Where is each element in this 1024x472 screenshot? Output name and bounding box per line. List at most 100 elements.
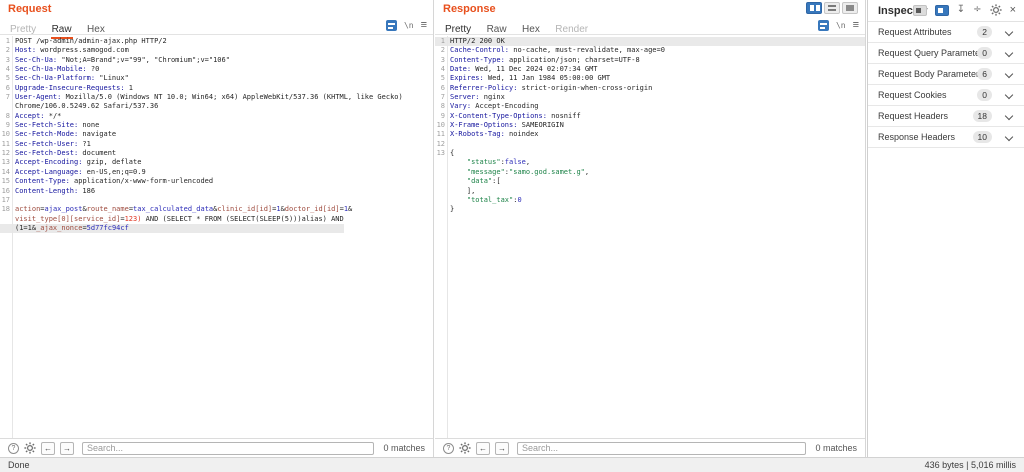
request-panel: Request Pretty Raw Hex \n ≡ 1POST /wp-ad… [0, 0, 434, 457]
line-number: 12 [0, 149, 10, 158]
code-row: 4Sec-Ch-Ua-Mobile: ?0 [0, 65, 433, 74]
response-search-help-icon[interactable]: ? [443, 443, 454, 454]
code-row: 13Accept-Encoding: gzip, deflate [0, 158, 433, 167]
line-number [0, 102, 10, 111]
layout-columns-button[interactable] [806, 2, 822, 14]
layout-rows-button[interactable] [824, 2, 840, 14]
inspector-dock-left-icon[interactable] [913, 5, 927, 16]
inspector-section-request-cookies[interactable]: Request Cookies 0 [868, 85, 1024, 106]
line-number: 8 [435, 102, 445, 111]
inspector-close-icon[interactable]: × [1010, 5, 1016, 16]
code-text: Content-Type: application/x-www-form-url… [10, 177, 213, 186]
line-number: 4 [435, 65, 445, 74]
response-editor[interactable]: 1HTTP/2 200 OK2Cache-Control: no-cache, … [435, 36, 865, 438]
burp-message-editor: Request Pretty Raw Hex \n ≡ 1POST /wp-ad… [0, 0, 1024, 472]
inspector-settings-icon[interactable] [990, 4, 1002, 16]
response-format-icon[interactable] [818, 20, 829, 31]
request-show-newlines-icon[interactable]: \n [404, 21, 414, 30]
code-row: 3Content-Type: application/json; charset… [435, 56, 865, 65]
inspector-section-request-headers[interactable]: Request Headers 18 [868, 106, 1024, 127]
response-panel: Response Pretty Raw Hex Render \n ≡ 1HTT… [435, 0, 866, 457]
code-text: Host: wordpress.samogod.com [10, 46, 129, 55]
request-search-input[interactable] [82, 442, 374, 455]
code-row: 3Sec-Ch-Ua: "Not;A=Brand";v="99", "Chrom… [0, 56, 433, 65]
inspector-dock-right-icon[interactable] [935, 5, 949, 16]
code-row: 6Referrer-Policy: strict-origin-when-cro… [435, 84, 865, 93]
request-search-help-icon[interactable]: ? [8, 443, 19, 454]
response-search-settings-icon[interactable] [459, 442, 471, 454]
chevron-down-icon[interactable] [1005, 133, 1013, 141]
code-row: 6Upgrade-Insecure-Requests: 1 [0, 84, 433, 93]
response-tab-raw[interactable]: Raw [486, 23, 508, 37]
inspector-section-request-query-parameters[interactable]: Request Query Parameters 0 [868, 43, 1024, 64]
code-text: Sec-Ch-Ua: "Not;A=Brand";v="99", "Chromi… [10, 56, 230, 65]
code-row: 12 [435, 140, 865, 149]
section-label: Request Headers [878, 111, 948, 121]
code-text: Accept: */* [10, 112, 61, 121]
code-text: { [445, 149, 454, 158]
layout-single-button[interactable] [842, 2, 858, 14]
chevron-down-icon[interactable] [1005, 49, 1013, 57]
inspector-section-request-attributes[interactable]: Request Attributes 2 [868, 22, 1024, 43]
code-text: X-Robots-Tag: noindex [445, 130, 539, 139]
request-format-icon[interactable] [386, 20, 397, 31]
inspector-section-response-headers[interactable]: Response Headers 10 [868, 127, 1024, 148]
code-text: visit_type[0][service_id]=123) AND (SELE… [10, 215, 344, 224]
code-text: Sec-Ch-Ua-Platform: "Linux" [10, 74, 129, 83]
response-search-prev-button[interactable]: ← [476, 442, 490, 455]
code-text: Accept-Encoding: gzip, deflate [10, 158, 141, 167]
line-number [435, 196, 445, 205]
request-search-prev-button[interactable]: ← [41, 442, 55, 455]
count-badge: 2 [977, 26, 992, 38]
request-search-next-button[interactable]: → [60, 442, 74, 455]
inspector-header: Inspector ↧ ÷ × [868, 0, 1024, 22]
response-menu-icon[interactable]: ≡ [853, 20, 859, 31]
line-number [435, 177, 445, 186]
response-tab-hex[interactable]: Hex [521, 23, 541, 37]
code-row: 2Host: wordpress.samogod.com [0, 46, 433, 55]
inspector-expand-all-icon[interactable]: ↧ [957, 5, 965, 15]
request-tab-pretty: Pretty [9, 23, 37, 37]
code-row: "data":[ [435, 177, 865, 186]
request-tabs: Pretty Raw Hex \n ≡ [0, 19, 433, 35]
response-search-next-button[interactable]: → [495, 442, 509, 455]
chevron-down-icon[interactable] [1005, 28, 1013, 36]
code-row: "message":"samo.god.samet.g", [435, 168, 865, 177]
request-search-settings-icon[interactable] [24, 442, 36, 454]
inspector-collapse-all-icon[interactable]: ÷ [973, 5, 981, 15]
chevron-down-icon[interactable] [1005, 70, 1013, 78]
code-row: 8Vary: Accept-Encoding [435, 102, 865, 111]
code-row: "total_tax":0 [435, 196, 865, 205]
code-text: Content-Length: 186 [10, 187, 95, 196]
line-number: 1 [0, 37, 10, 46]
code-row: ], [435, 187, 865, 196]
code-text: "status":false, [445, 158, 530, 167]
code-text: X-Content-Type-Options: nosniff [445, 112, 581, 121]
code-row: 10Sec-Fetch-Mode: navigate [0, 130, 433, 139]
line-number: 2 [0, 46, 10, 55]
code-row: 5Expires: Wed, 11 Jan 1984 05:00:00 GMT [435, 74, 865, 83]
code-text: Upgrade-Insecure-Requests: 1 [10, 84, 133, 93]
code-text: action=ajax_post&route_name=tax_calculat… [10, 205, 352, 214]
request-panel-title: Request [8, 3, 51, 15]
chevron-down-icon[interactable] [1005, 112, 1013, 120]
line-number: 9 [0, 121, 10, 130]
request-tab-hex[interactable]: Hex [86, 23, 106, 37]
code-row: 7Server: nginx [435, 93, 865, 102]
chevron-down-icon[interactable] [1005, 91, 1013, 99]
code-text: Date: Wed, 11 Dec 2024 02:07:34 GMT [445, 65, 598, 74]
code-text: Cache-Control: no-cache, must-revalidate… [445, 46, 665, 55]
line-number: 12 [435, 140, 445, 149]
inspector-section-request-body-parameters[interactable]: Request Body Parameters 6 [868, 64, 1024, 85]
code-text: ], [445, 187, 475, 196]
code-text: "data":[ [445, 177, 501, 186]
code-row: 1HTTP/2 200 OK [435, 37, 865, 46]
request-menu-icon[interactable]: ≡ [421, 20, 427, 31]
code-text: Content-Type: application/json; charset=… [445, 56, 640, 65]
line-number: 5 [435, 74, 445, 83]
request-editor[interactable]: 1POST /wp-admin/admin-ajax.php HTTP/22Ho… [0, 36, 433, 438]
line-number [435, 205, 445, 214]
response-show-newlines-icon[interactable]: \n [836, 21, 846, 30]
response-search-input[interactable] [517, 442, 806, 455]
line-number: 7 [435, 93, 445, 102]
